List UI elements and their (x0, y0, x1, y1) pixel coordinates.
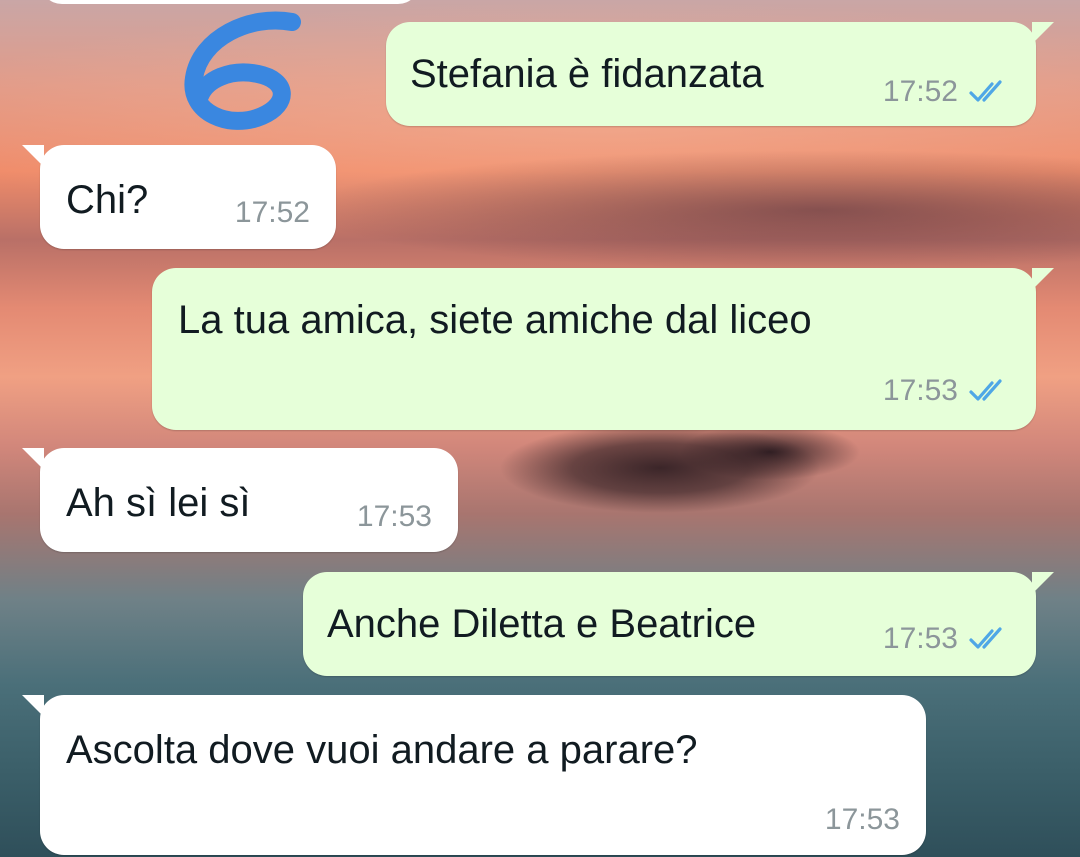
message-bubble-incoming[interactable]: Chi? 17:52 (22, 145, 336, 249)
message-time: 17:52 (234, 196, 310, 229)
message-text: Anche Diletta e Beatrice (327, 602, 757, 646)
message-meta: 17:53 (883, 624, 1012, 654)
handwritten-number-annotation (184, 11, 301, 130)
message-time: 17:52 (882, 75, 958, 108)
previous-message-bubble[interactable] (40, 0, 420, 4)
message-bubble-outgoing[interactable]: Anche Diletta e Beatrice 17:53 (303, 572, 1054, 676)
message-time: 17:53 (356, 500, 432, 533)
message-meta: 17:52 (883, 77, 1012, 107)
message-bubble-incoming[interactable]: Ah sì lei sì 17:53 (22, 448, 458, 552)
message-text: Stefania è fidanzata (410, 52, 764, 96)
message-text: Ah sì lei sì (66, 481, 251, 525)
message-time: 17:53 (882, 622, 958, 655)
message-text: Ascolta dove vuoi andare a parare? (66, 728, 698, 772)
message-text: Chi? (66, 178, 149, 222)
message-time: 17:53 (824, 803, 900, 836)
message-bubble-outgoing[interactable]: La tua amica, siete amiche dal liceo 17:… (152, 268, 1054, 430)
message-meta: 17:52 (235, 198, 310, 228)
double-check-icon (969, 80, 1002, 102)
message-meta: 17:53 (357, 502, 432, 532)
double-check-icon (969, 627, 1002, 649)
message-text: La tua amica, siete amiche dal liceo (178, 298, 812, 342)
message-meta: 17:53 (883, 376, 1012, 406)
message-time: 17:53 (882, 374, 958, 407)
message-bubble-outgoing[interactable]: Stefania è fidanzata 17:52 (386, 22, 1054, 126)
double-check-icon (969, 379, 1002, 401)
message-bubble-incoming[interactable]: Ascolta dove vuoi andare a parare? 17:53 (22, 695, 926, 855)
message-meta: 17:53 (825, 805, 900, 835)
